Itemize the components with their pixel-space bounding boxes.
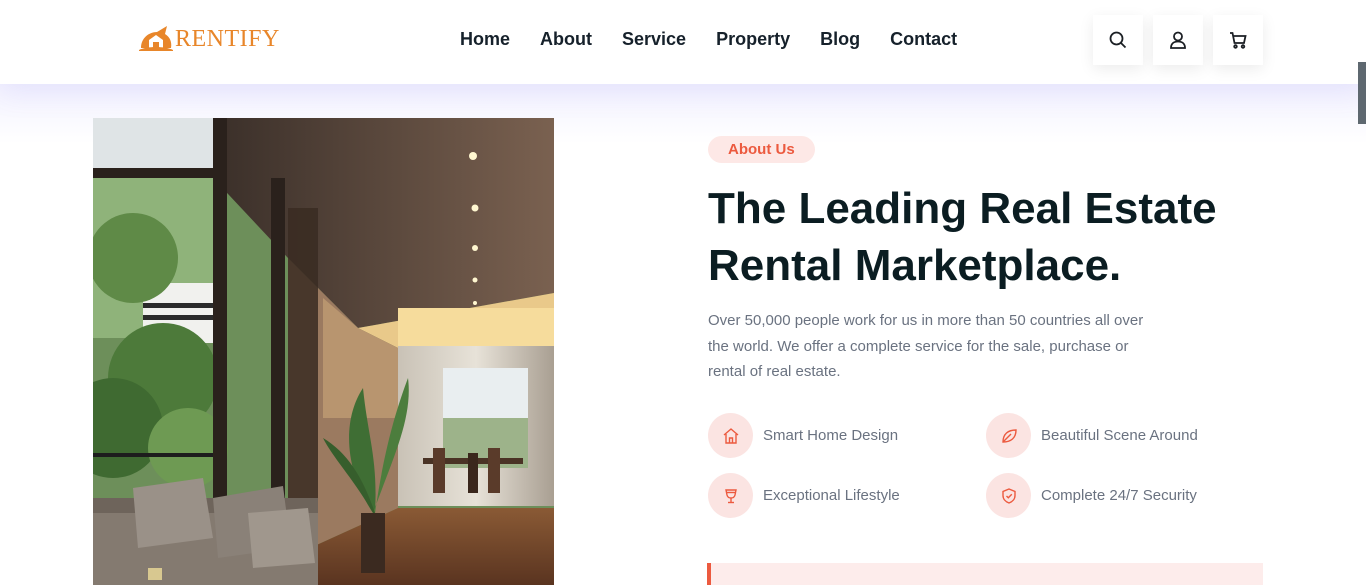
search-icon [1109,31,1127,49]
cup-icon [724,488,737,503]
user-icon [1170,31,1186,49]
header-actions [1093,15,1263,65]
feature-label: Smart Home Design [763,427,899,444]
search-button[interactable] [1093,15,1143,65]
feature-label: Complete 24/7 Security [1041,487,1197,504]
about-description: Over 50,000 people work for us in more t… [708,312,1144,380]
nav-about[interactable]: About [540,28,592,50]
home-icon [723,427,738,444]
nav-home[interactable]: Home [460,28,510,50]
account-button[interactable] [1153,15,1203,65]
logo-house-icon [139,26,173,51]
brand-logo[interactable]: RENTIFY [137,24,280,54]
nav-service[interactable]: Service [622,28,686,50]
feature-exceptional-lifestyle: Exceptional Lifestyle [708,473,900,518]
leaf-icon [1001,428,1017,443]
feature-icon-wrap [708,473,753,518]
feature-label: Exceptional Lifestyle [763,487,900,504]
feature-label: Beautiful Scene Around [1041,427,1198,444]
nav-contact[interactable]: Contact [890,28,957,50]
cart-icon [1230,32,1247,49]
feature-icon-wrap [708,413,753,458]
about-title: The Leading Real Estate Rental Marketpla… [708,184,1217,290]
feature-smart-home: Smart Home Design [708,413,898,458]
page-scrollbar[interactable] [1358,62,1366,124]
feature-beautiful-scene: Beautiful Scene Around [986,413,1198,458]
site-header: RENTIFY Home About Service Property Blog… [0,0,1366,84]
feature-icon-wrap [986,413,1031,458]
quote-block [707,563,1263,585]
cart-button[interactable] [1213,15,1263,65]
main-nav: Home About Service Property Blog Contact [460,28,957,50]
feature-icon-wrap [986,473,1031,518]
nav-blog[interactable]: Blog [820,28,860,50]
shield-icon [1001,487,1016,504]
about-interior-photo [93,118,554,585]
brand-name: RENTIFY [175,26,280,52]
feature-security: Complete 24/7 Security [986,473,1197,518]
nav-property[interactable]: Property [716,28,790,50]
about-badge: About Us [708,136,815,163]
